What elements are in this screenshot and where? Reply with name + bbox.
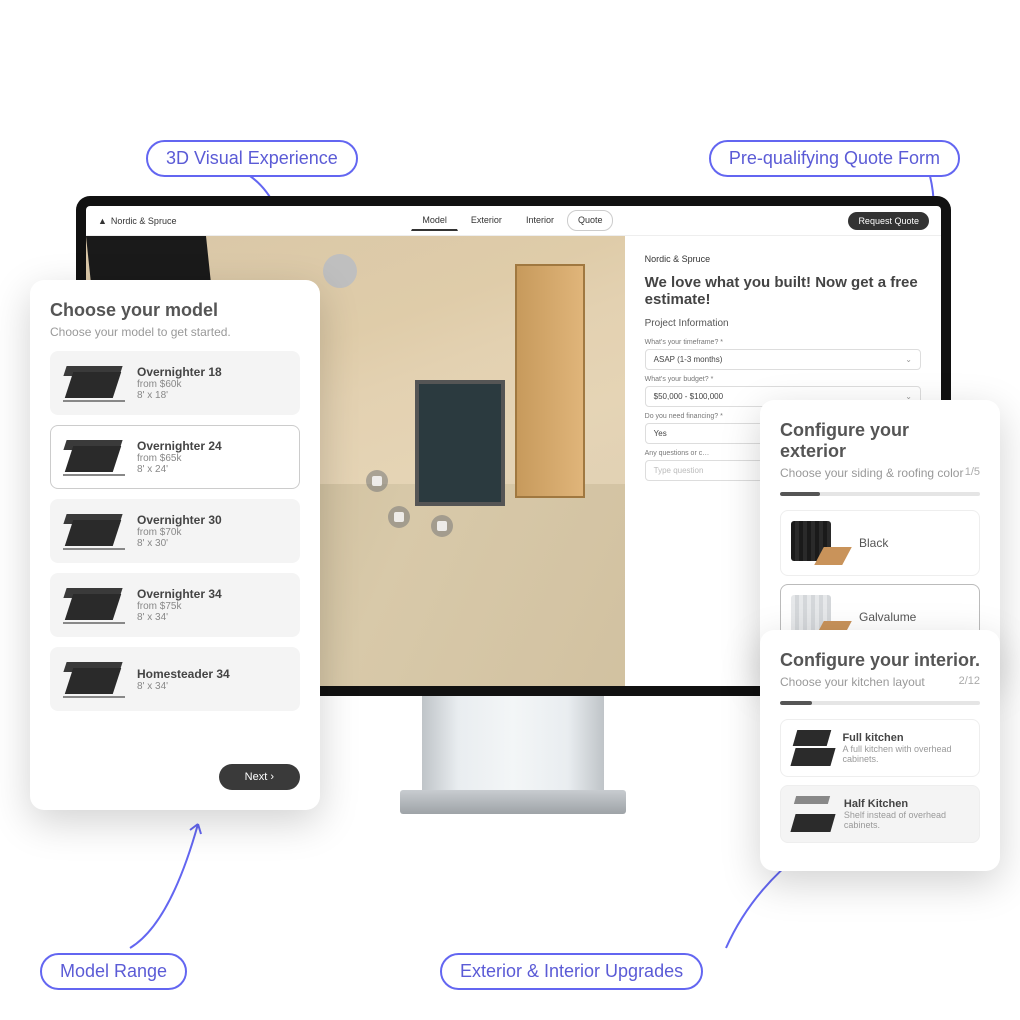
monitor-stand: [422, 696, 604, 796]
tab-exterior[interactable]: Exterior: [460, 210, 513, 231]
model-dim: 8' x 24': [137, 464, 222, 475]
model-price: from $75k: [137, 601, 222, 612]
option-name: Full kitchen: [842, 732, 969, 744]
swatch-black[interactable]: Black: [780, 510, 980, 576]
option-name: Half Kitchen: [844, 798, 969, 810]
kitchen-icon: [791, 796, 832, 832]
model-price: from $65k: [137, 453, 222, 464]
model-card[interactable]: Overnighter 34from $75k8' x 34': [50, 573, 300, 637]
progress-bar: [780, 701, 980, 705]
tab-model[interactable]: Model: [411, 210, 458, 231]
lamp-icon: [323, 254, 357, 288]
model-thumb-icon: [63, 584, 125, 626]
hotspot-icon[interactable]: [431, 515, 453, 537]
swatch-label: Black: [859, 536, 888, 550]
option-desc: Shelf instead of overhead cabinets.: [844, 810, 969, 830]
model-dim: 8' x 18': [137, 390, 222, 401]
panel-interior: Configure your interior. Choose your kit…: [760, 630, 1000, 871]
panel-title: Configure your interior.: [780, 650, 980, 671]
model-price: from $70k: [137, 527, 222, 538]
callout-3d: 3D Visual Experience: [146, 140, 358, 177]
panel-model: Choose your model Choose your model to g…: [30, 280, 320, 810]
model-name: Overnighter 18: [137, 365, 222, 379]
kitchen-icon: [791, 730, 830, 766]
model-card[interactable]: Overnighter 30from $70k8' x 30': [50, 499, 300, 563]
panel-sub: Choose your kitchen layout2/12: [780, 675, 980, 689]
swatch-icon: [791, 521, 847, 565]
model-thumb-icon: [63, 510, 125, 552]
progress-bar: [780, 492, 980, 496]
quote-headline: We love what you built! Now get a free e…: [645, 274, 921, 308]
model-dim: 8' x 34': [137, 681, 230, 692]
brand: ▲ Nordic & Spruce: [98, 216, 176, 226]
next-button[interactable]: Next ›: [219, 764, 300, 790]
model-thumb-icon: [63, 362, 125, 404]
model-card[interactable]: Overnighter 18from $60k8' x 18': [50, 351, 300, 415]
tab-quote[interactable]: Quote: [567, 210, 614, 231]
monitor-base: [400, 790, 626, 814]
brand-text: Nordic & Spruce: [111, 216, 177, 226]
panel-title: Choose your model: [50, 300, 300, 321]
model-card[interactable]: Homesteader 348' x 34': [50, 647, 300, 711]
model-thumb-icon: [63, 436, 125, 478]
kitchen-half[interactable]: Half KitchenShelf instead of overhead ca…: [780, 785, 980, 843]
callout-quote: Pre-qualifying Quote Form: [709, 140, 960, 177]
select-value: Yes: [654, 429, 667, 438]
model-dim: 8' x 34': [137, 612, 222, 623]
select-value: ASAP (1-3 months): [654, 355, 723, 364]
app-header: ▲ Nordic & Spruce Model Exterior Interio…: [86, 206, 941, 236]
callout-upgrades: Exterior & Interior Upgrades: [440, 953, 703, 990]
model-name: Homesteader 34: [137, 667, 230, 681]
window: [415, 380, 505, 506]
panel-title: Configure your exterior: [780, 420, 980, 462]
tab-interior[interactable]: Interior: [515, 210, 565, 231]
option-desc: A full kitchen with overhead cabinets.: [842, 744, 969, 764]
timeframe-label: What's your timeframe? *: [645, 339, 921, 346]
step-fraction: 1/5: [965, 466, 980, 478]
hotspot-icon[interactable]: [388, 506, 410, 528]
timeframe-select[interactable]: ASAP (1-3 months) ⌄: [645, 349, 921, 370]
door: [515, 264, 585, 498]
select-value: $50,000 - $100,000: [654, 392, 723, 401]
model-name: Overnighter 34: [137, 587, 222, 601]
model-name: Overnighter 24: [137, 439, 222, 453]
model-thumb-icon: [63, 658, 125, 700]
swatch-label: Galvalume: [859, 610, 916, 624]
step-fraction: 2/12: [959, 675, 980, 687]
panel-sub: Choose your model to get started.: [50, 325, 300, 339]
model-dim: 8' x 30': [137, 538, 222, 549]
kitchen-full[interactable]: Full kitchenA full kitchen with overhead…: [780, 719, 980, 777]
model-card[interactable]: Overnighter 24from $65k8' x 24': [50, 425, 300, 489]
model-price: from $60k: [137, 379, 222, 390]
section-heading: Project Information: [645, 318, 921, 329]
brand-text: Nordic & Spruce: [645, 254, 921, 264]
arrow-icon: [120, 814, 220, 954]
nav-tabs: Model Exterior Interior Quote: [411, 210, 613, 231]
budget-label: What's your budget? *: [645, 376, 921, 383]
hotspot-icon[interactable]: [366, 470, 388, 492]
request-quote-button[interactable]: Request Quote: [848, 212, 929, 230]
chevron-down-icon: ⌄: [905, 355, 912, 364]
model-name: Overnighter 30: [137, 513, 222, 527]
logo-icon: ▲: [98, 216, 107, 226]
model-list: Overnighter 18from $60k8' x 18' Overnigh…: [50, 351, 300, 752]
callout-model-range: Model Range: [40, 953, 187, 990]
panel-sub: Choose your siding & roofing color1/5: [780, 466, 980, 480]
